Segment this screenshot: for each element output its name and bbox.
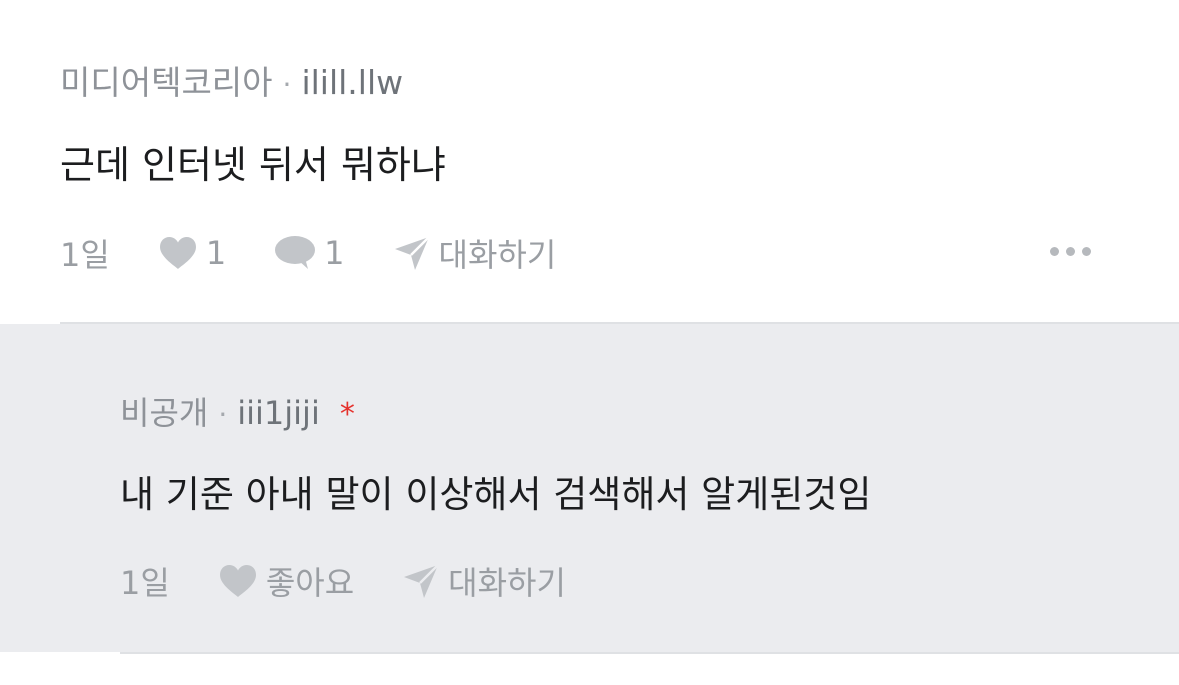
more-dot [1082, 247, 1091, 256]
meta-separator: · [282, 68, 292, 101]
reply-like-label: 좋아요 [265, 564, 355, 602]
reply-count: 1 [324, 234, 345, 272]
more-dot [1066, 247, 1075, 256]
comment-actions: 1일 1 1 대화하기 [60, 230, 604, 276]
reply-card: 비공개 · iii1jiji * 내 기준 아내 말이 이상해서 검색해서 알게된것임… [0, 324, 1179, 652]
reply-age: 1일 [120, 564, 170, 602]
more-dot [1050, 247, 1059, 256]
asterisk-marker: * [339, 397, 355, 432]
reply-talk-button[interactable]: 대화하기 [402, 558, 566, 604]
like-count: 1 [205, 234, 227, 272]
reply-handle[interactable]: iii1jiji [237, 394, 320, 432]
talk-button[interactable]: 대화하기 [393, 230, 557, 276]
reply-text: 내 기준 아내 말이 이상해서 검색해서 알게된것임 [120, 473, 872, 516]
reply-divider [120, 652, 1179, 654]
like-button[interactable]: 1 [158, 234, 226, 272]
reply-meta: 비공개 · iii1jiji * [120, 388, 355, 434]
talk-label: 대화하기 [438, 236, 557, 274]
more-dots-icon[interactable] [1050, 247, 1091, 256]
comment-text: 근데 인터넷 뒤서 뭐하냐 [60, 143, 446, 187]
comment-age: 1일 [60, 236, 110, 274]
reply-author[interactable]: 비공개 [120, 394, 208, 432]
reply-like-button[interactable]: 좋아요 [218, 558, 354, 604]
reply-actions: 1일 좋아요 대화하기 [120, 558, 614, 604]
comment-meta: 미디어텍코리아 · ilill.llw [60, 56, 403, 104]
paper-plane-icon [404, 564, 440, 598]
paper-plane-icon [394, 236, 430, 270]
heart-icon [159, 237, 196, 269]
reply-talk-label: 대화하기 [448, 564, 566, 602]
comment-author[interactable]: 미디어텍코리아 [60, 63, 273, 102]
meta-separator: · [218, 398, 228, 431]
comment-card: 미디어텍코리아 · ilill.llw 근데 인터넷 뒤서 뭐하냐 1일 1 1 대… [0, 0, 1179, 323]
heart-icon [219, 565, 256, 597]
speech-bubble-icon [275, 236, 316, 269]
comment-handle[interactable]: ilill.llw [301, 63, 403, 102]
reply-count-button[interactable]: 1 [274, 234, 345, 272]
